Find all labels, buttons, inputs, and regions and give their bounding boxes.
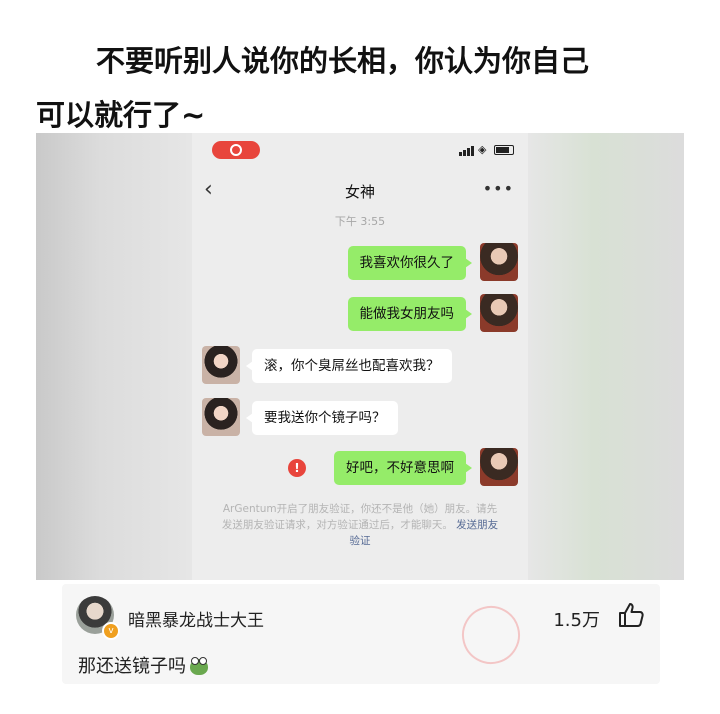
verified-badge-icon: v	[102, 622, 120, 640]
message-timestamp: 下午 3:55	[334, 215, 386, 228]
battery-icon	[494, 145, 514, 155]
message-bubble-received[interactable]: 滚，你个臭屌丝也配喜欢我？	[246, 349, 452, 383]
record-dot-icon	[230, 144, 242, 156]
top-comment: v 暗黑暴龙战士大王 1.5万 那还送镜子吗	[62, 584, 660, 684]
friend-verification-notice: ArGentum开启了朋友验证，你还不是他（她）朋友。请先发送朋友验证请求，对方…	[218, 501, 502, 549]
screen-record-indicator	[212, 141, 260, 159]
comment-text: 那还送镜子吗	[78, 652, 208, 678]
headline-line-1: 不要听别人说你的长相，你认为你自己	[96, 44, 590, 78]
exclamation-icon[interactable]: !	[288, 459, 306, 477]
contact-avatar[interactable]	[202, 398, 240, 436]
self-avatar[interactable]	[480, 448, 518, 486]
more-icon[interactable]: •••	[483, 179, 514, 198]
commenter-name[interactable]: 暗黑暴龙战士大王	[128, 606, 264, 631]
like-count: 1.5万	[553, 610, 600, 631]
self-avatar[interactable]	[480, 243, 518, 281]
comment-body: 那还送镜子吗	[78, 656, 186, 677]
thumbs-up-icon[interactable]	[616, 600, 646, 630]
frog-icon	[190, 657, 208, 675]
message-bubble-received[interactable]: 要我送你个镜子吗？	[246, 401, 398, 435]
message-bubble-sent[interactable]: 我喜欢你很久了	[347, 246, 472, 280]
post-headline: 不要听别人说你的长相，你认为你自己 可以就行了~	[36, 34, 686, 142]
signal-icon	[458, 143, 475, 156]
self-avatar[interactable]	[480, 294, 518, 332]
message-bubble-sent-failed[interactable]: 好吧，不好意思啊	[334, 451, 472, 485]
contact-avatar[interactable]	[202, 346, 240, 384]
status-bar-icons: ◈	[458, 143, 514, 156]
message-bubble-sent[interactable]: 能做我女朋友吗	[347, 297, 472, 331]
wifi-icon: ◈	[478, 143, 487, 156]
chat-title: 女神	[344, 183, 375, 201]
chat-screenshot: ◈ ‹ 女神 ••• 下午 3:55 我喜欢你很久了 能做我女朋友吗 滚，你个臭…	[36, 133, 684, 580]
watermark-stamp	[455, 599, 527, 671]
phone-screen: ◈ ‹ 女神 ••• 下午 3:55 我喜欢你很久了 能做我女朋友吗 滚，你个臭…	[192, 133, 528, 580]
